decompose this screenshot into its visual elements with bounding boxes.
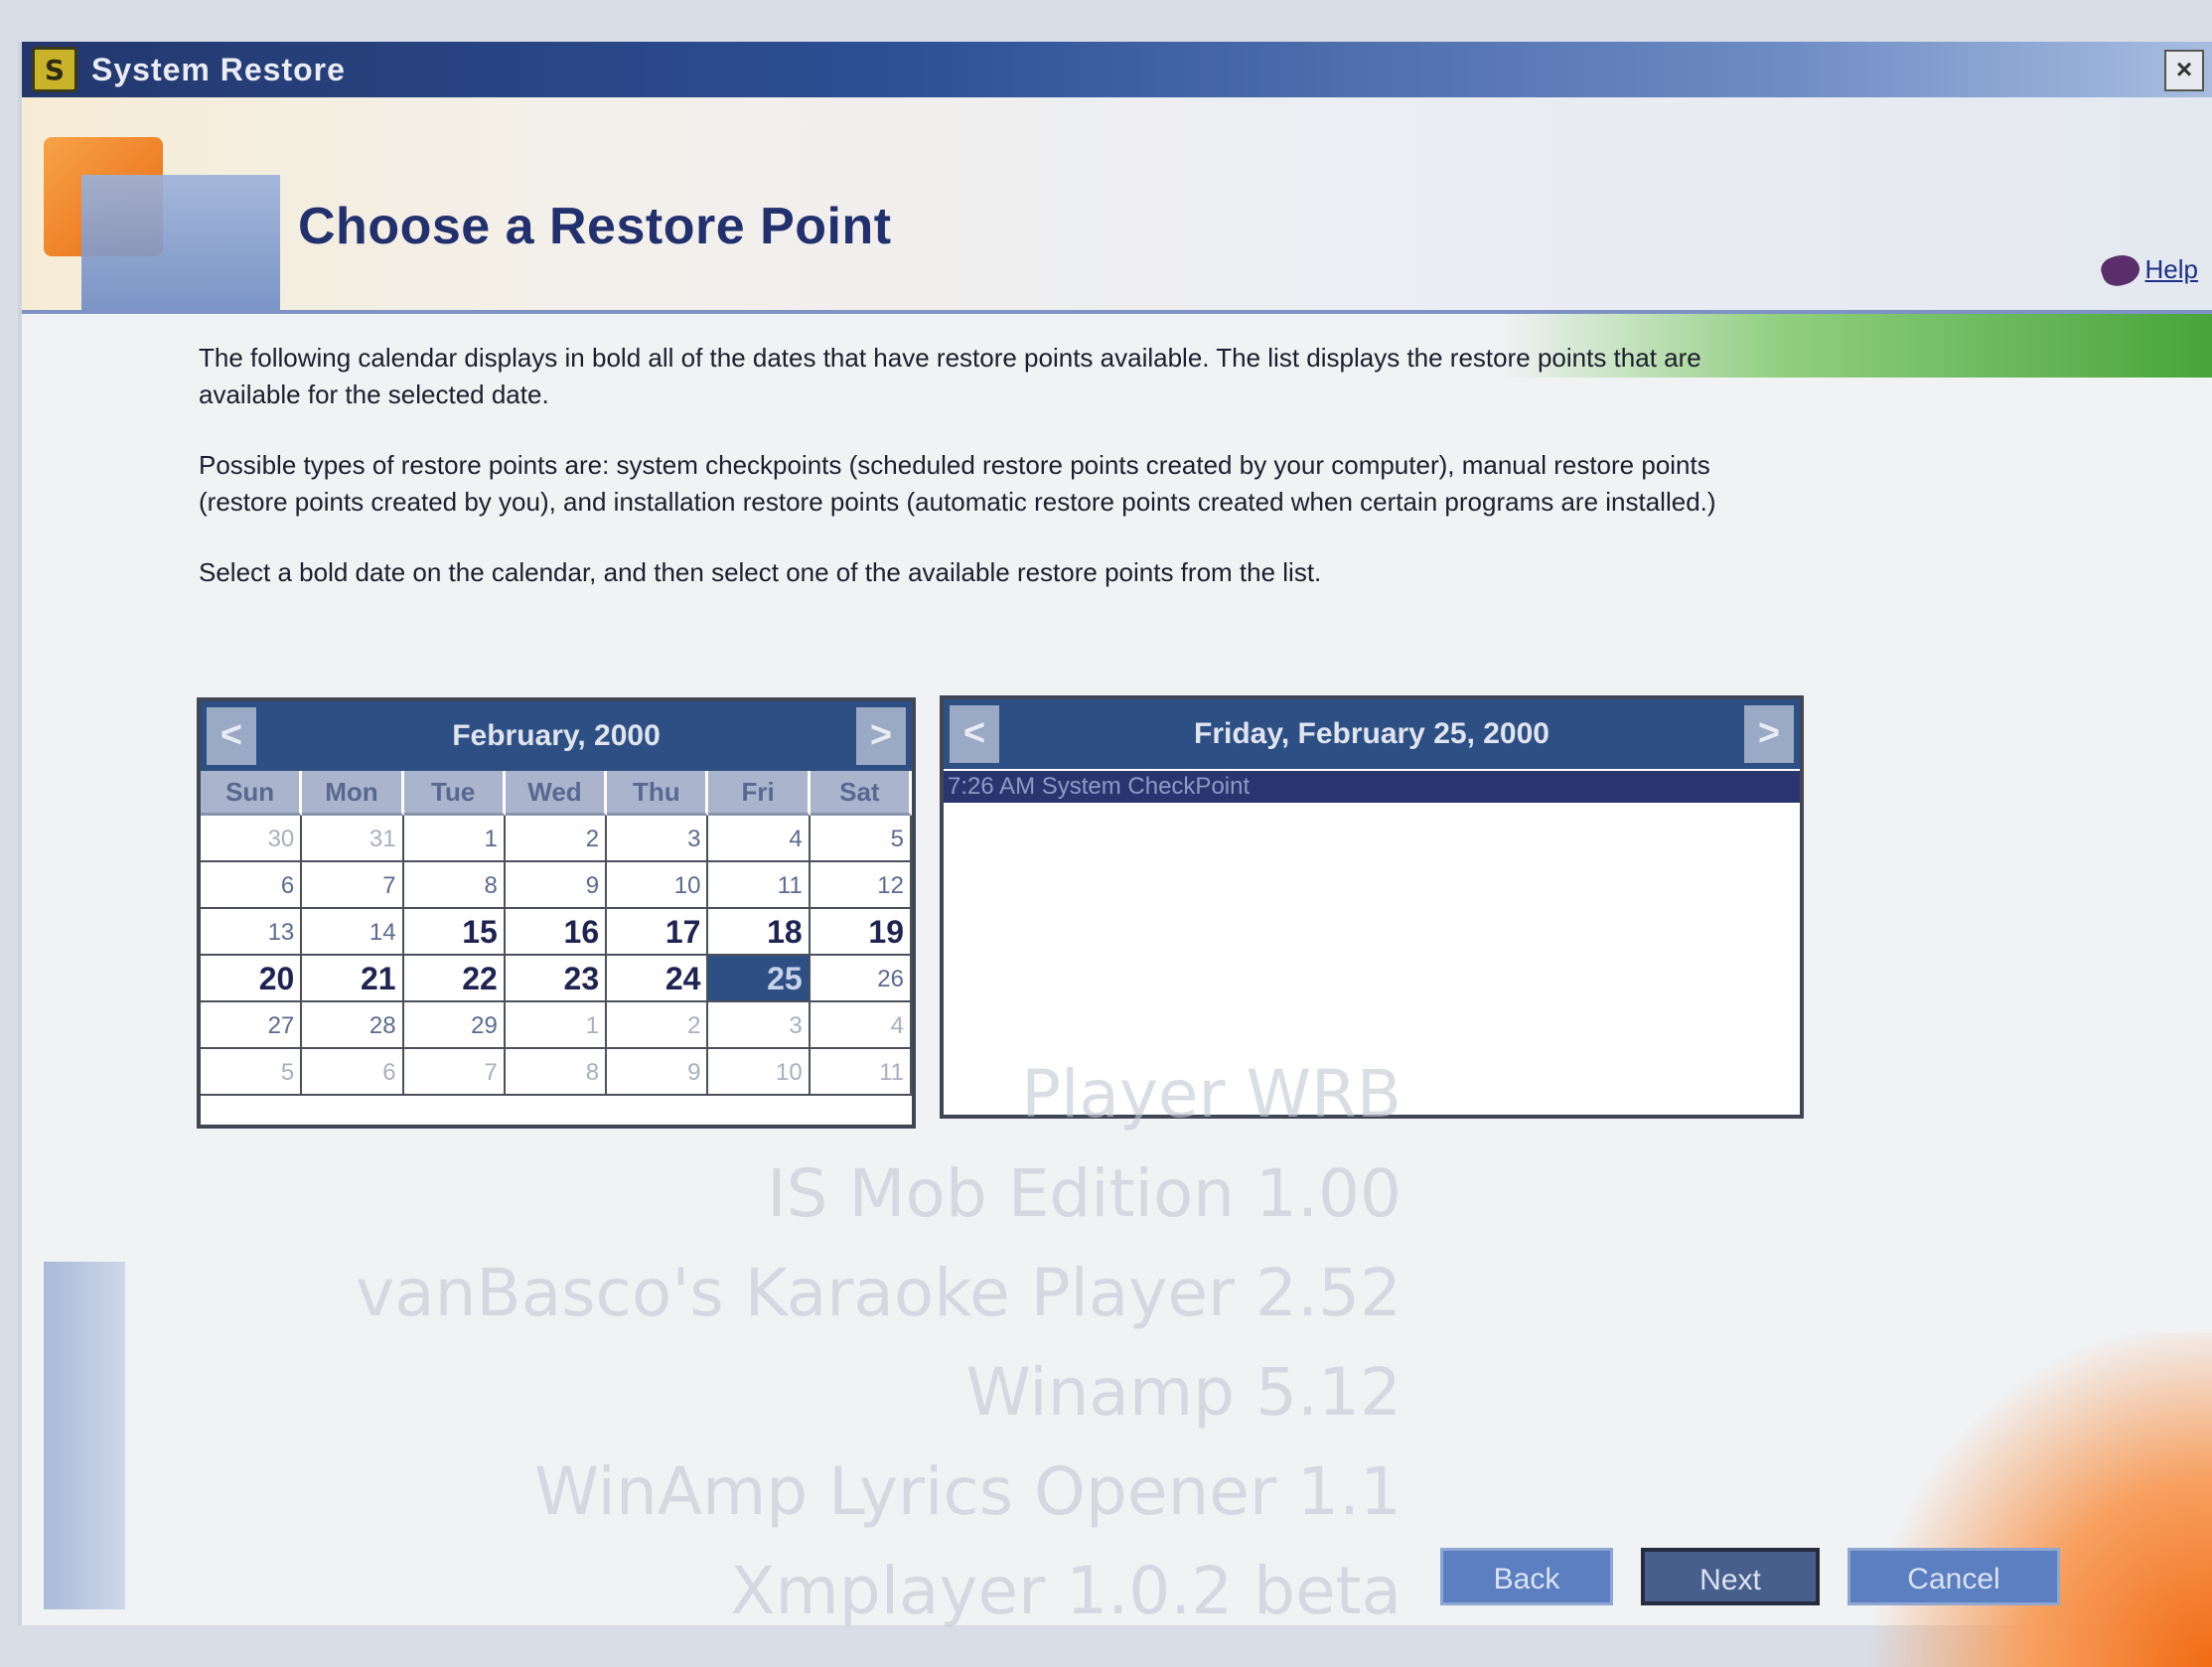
decorative-orange-accent (1799, 1333, 2212, 1667)
calendar-day[interactable]: 4 (810, 1002, 912, 1049)
calendar-day-selected[interactable]: 25 (708, 956, 811, 1002)
weekday-header: Sat (810, 771, 912, 816)
weekday-header: Tue (403, 771, 506, 816)
calendar-day[interactable]: 17 (607, 909, 709, 956)
calendar-day[interactable]: 28 (302, 1002, 404, 1049)
calendar-day[interactable]: 23 (505, 956, 608, 1002)
bleed-text-line: Player WRB (1021, 1056, 1401, 1133)
page-title: Choose a Restore Point (298, 198, 892, 255)
calendar-day[interactable]: 9 (505, 862, 608, 909)
bleed-text-line: IS Mob Edition 1.00 (767, 1155, 1401, 1232)
calendar-day[interactable]: 8 (403, 862, 506, 909)
calendar-day[interactable]: 31 (302, 816, 404, 862)
next-button[interactable]: Next (1641, 1548, 1820, 1605)
calendar-day[interactable]: 7 (302, 862, 404, 909)
weekday-header: Wed (505, 771, 608, 816)
close-button[interactable]: × (2164, 50, 2204, 91)
calendar-day[interactable]: 21 (302, 956, 404, 1002)
weekday-header: Fri (708, 771, 811, 816)
help-link-label: Help (2144, 254, 2198, 284)
calendar-day[interactable]: 18 (708, 909, 811, 956)
calendar-day[interactable]: 11 (708, 862, 811, 909)
instruction-paragraph: Possible types of restore points are: sy… (199, 450, 1716, 517)
calendar-day[interactable]: 2 (505, 816, 608, 862)
calendar-day[interactable]: 10 (607, 862, 709, 909)
wizard-header: Choose a Restore Point Help (22, 97, 2212, 314)
calendar-day[interactable]: 3 (708, 1002, 811, 1049)
instruction-paragraph: The following calendar displays in bold … (199, 343, 1701, 409)
calendar-day[interactable]: 26 (810, 956, 912, 1002)
calendar-day[interactable]: 1 (403, 816, 506, 862)
calendar-day[interactable]: 12 (810, 862, 912, 909)
calendar-day[interactable]: 6 (201, 862, 303, 909)
bleed-text-line: WinAmp Lyrics Opener 1.1 (533, 1453, 1401, 1530)
bleed-text-line: Winamp 5.12 (965, 1354, 1401, 1431)
bleed-text-line: Xmplayer 1.0.2 beta (730, 1553, 1401, 1629)
bleed-text-line: vanBasco's Karaoke Player 2.52 (356, 1255, 1401, 1331)
calendar-day[interactable]: 19 (810, 909, 912, 956)
weekday-header: Thu (607, 771, 709, 816)
calendar-day[interactable]: 24 (607, 956, 709, 1002)
title-bar: S System Restore × (22, 42, 2212, 97)
calendar-month-label: February, 2000 (452, 719, 661, 752)
calendar-day[interactable]: 3 (607, 816, 709, 862)
calendar-day[interactable]: 1 (505, 1002, 608, 1049)
calendar-day[interactable]: 30 (201, 816, 303, 862)
calendar-day[interactable]: 4 (708, 816, 811, 862)
calendar-day[interactable]: 20 (201, 956, 303, 1002)
calendar-header: < February, 2000 > (201, 701, 912, 771)
calendar-day[interactable]: 5 (201, 1049, 303, 1096)
previous-day-button[interactable]: < (950, 705, 999, 763)
instructions: The following calendar displays in bold … (199, 340, 1768, 625)
calendar-day[interactable]: 27 (201, 1002, 303, 1049)
next-day-button[interactable]: > (1744, 705, 1794, 763)
calendar-day[interactable]: 22 (403, 956, 506, 1002)
system-restore-icon: S (32, 47, 77, 92)
instruction-paragraph: Select a bold date on the calendar, and … (199, 557, 1322, 587)
weekday-header: Mon (302, 771, 404, 816)
weekday-header: Sun (201, 771, 303, 816)
back-button[interactable]: Back (1440, 1548, 1613, 1605)
list-header: < Friday, February 25, 2000 > (944, 699, 1800, 769)
restore-point-item[interactable]: 7:26 AM System CheckPoint (944, 771, 1800, 803)
system-restore-window: S System Restore × Choose a Restore Poin… (18, 42, 2212, 1667)
background-bleed-text: Player WRB IS Mob Edition 1.00 vanBasco'… (356, 1045, 1401, 1641)
help-icon (2097, 249, 2143, 290)
selected-date-label: Friday, February 25, 2000 (1194, 717, 1549, 750)
decorative-side-tab (44, 1262, 125, 1609)
calendar-day[interactable]: 15 (403, 909, 506, 956)
calendar-day[interactable]: 16 (505, 909, 608, 956)
help-link[interactable]: Help (2097, 249, 2198, 290)
calendar-day[interactable]: 5 (810, 816, 912, 862)
previous-month-button[interactable]: < (207, 707, 256, 765)
calendar-day[interactable]: 2 (607, 1002, 709, 1049)
next-month-button[interactable]: > (856, 707, 906, 765)
calendar-day[interactable]: 13 (201, 909, 303, 956)
cancel-button[interactable]: Cancel (1847, 1548, 2060, 1605)
restore-logo-panel (81, 175, 280, 310)
window-title: System Restore (91, 51, 346, 87)
calendar-day[interactable]: 29 (403, 1002, 506, 1049)
calendar-day[interactable]: 14 (302, 909, 404, 956)
